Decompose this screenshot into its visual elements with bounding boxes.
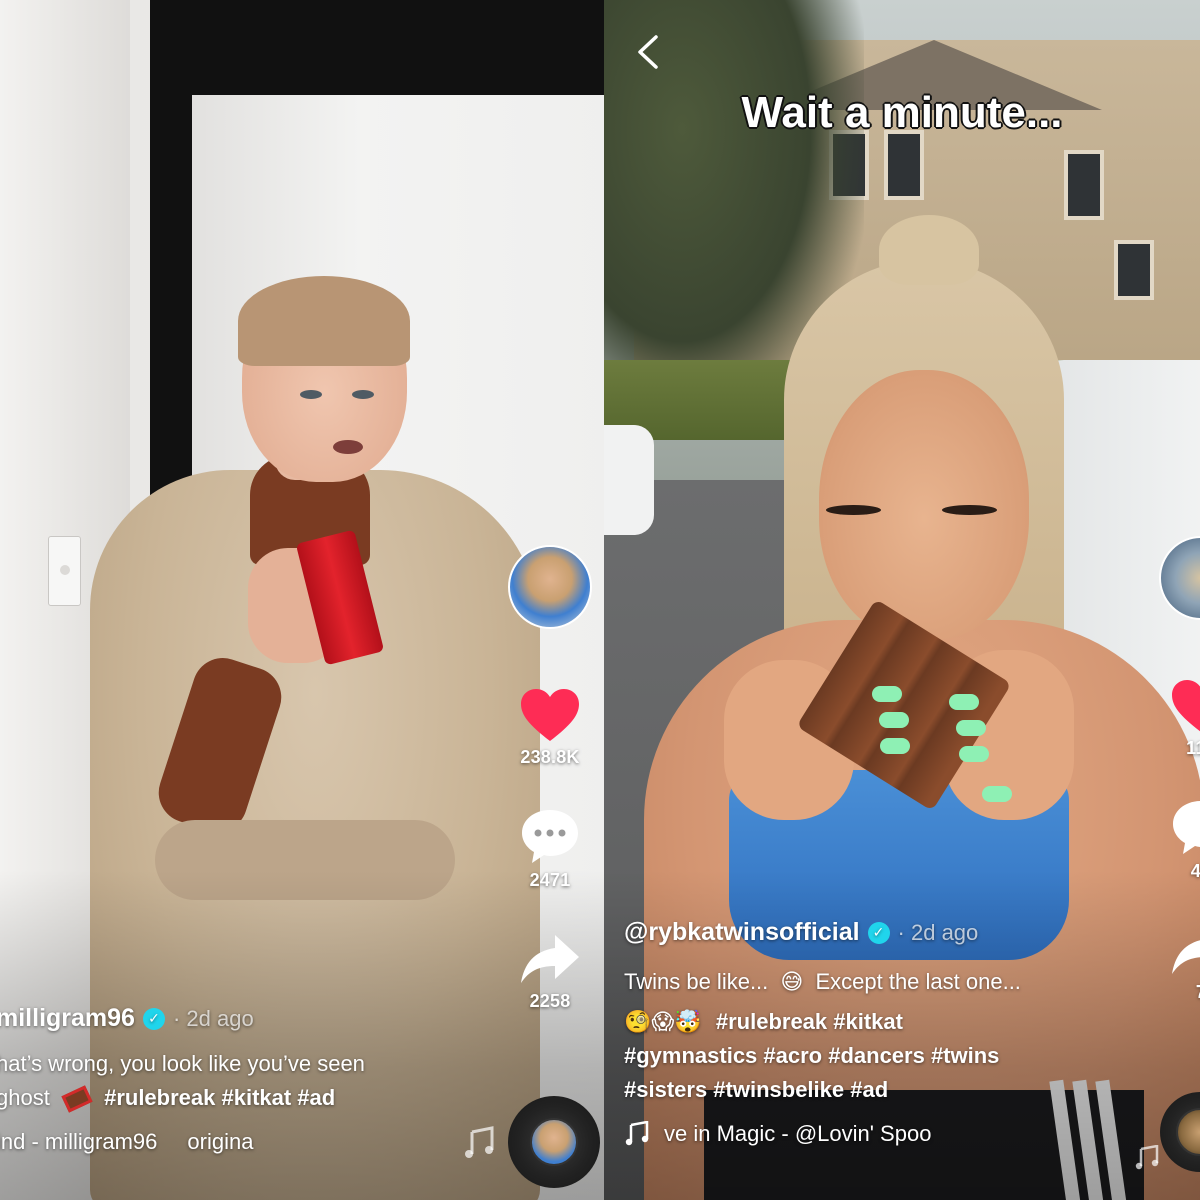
- music-disc-cover: [1176, 1108, 1200, 1156]
- person-ponytail: [879, 215, 979, 285]
- comment-bubble-icon: [1173, 801, 1200, 854]
- comment-button[interactable]: 44: [1170, 797, 1200, 882]
- like-count: 110: [1186, 738, 1200, 758]
- video-text-overlay: Wait a minute...: [740, 87, 1063, 138]
- back-chevron-icon[interactable]: [634, 34, 662, 70]
- verified-badge-icon: ✓: [142, 1007, 165, 1030]
- music-title[interactable]: ind - milligram96: [0, 1129, 157, 1155]
- share-button[interactable]: 2258: [519, 931, 581, 1012]
- action-rail: 110 44 7: [1156, 536, 1200, 1003]
- caption-emoji: 😅: [780, 969, 804, 994]
- like-button[interactable]: 110: [1170, 678, 1200, 759]
- post-time: · 2d ago: [897, 919, 979, 945]
- fingernail: [956, 720, 986, 736]
- video-info: @rybkatwinsofficial ✓ · 2d ago Twins be …: [624, 918, 1144, 1147]
- video-info: milligram96 ✓ · 2d ago hat’s wrong, you …: [0, 1004, 516, 1155]
- creator-avatar[interactable]: [1159, 536, 1200, 620]
- caption-line: 🧐😱🤯 #rulebreak #kitkat: [624, 1005, 1144, 1039]
- comment-button[interactable]: 2471: [519, 806, 581, 891]
- music-disc[interactable]: [508, 1096, 600, 1188]
- comment-count: 2471: [529, 870, 571, 890]
- caption-text: Twins be like...: [624, 969, 769, 994]
- music-row[interactable]: ind - milligram96 origina: [0, 1129, 516, 1155]
- like-button[interactable]: 238.8K: [519, 687, 581, 768]
- verified-badge-icon: ✓: [867, 921, 890, 944]
- music-note-icon: [465, 1126, 494, 1158]
- caption-line: hat’s wrong, you look like you’ve seen: [0, 1051, 365, 1076]
- music-note-icon: [625, 1121, 649, 1146]
- house-window: [1064, 150, 1104, 220]
- caption-text: ghost: [0, 1085, 50, 1110]
- caption-text: Except the last one...: [815, 969, 1021, 994]
- light-switch: [48, 536, 81, 606]
- share-count: 7: [1196, 982, 1200, 1003]
- parked-car: [604, 425, 654, 535]
- creator-username-row[interactable]: @rybkatwinsofficial ✓ · 2d ago: [624, 918, 1144, 947]
- comment-bubble-icon: [522, 810, 578, 863]
- post-time: · 2d ago: [172, 1005, 254, 1031]
- fingernail: [949, 694, 979, 710]
- fingernail: [959, 746, 989, 762]
- fingernail: [880, 738, 910, 754]
- person-eye: [942, 505, 997, 515]
- heart-icon: [521, 689, 579, 741]
- caption-hashtags[interactable]: #rulebreak #kitkat #ad: [104, 1085, 335, 1110]
- caption: hat’s wrong, you look like you’ve seen g…: [0, 1047, 516, 1115]
- caption-emoji: 🧐😱🤯: [624, 1009, 702, 1034]
- house-window: [884, 130, 924, 200]
- share-arrow-icon: [521, 935, 579, 983]
- person-eye: [352, 390, 374, 399]
- right-video-panel[interactable]: Wait a minute... 110 44 7 @rybkatwinsoff…: [604, 0, 1200, 1200]
- person-hair: [238, 276, 410, 366]
- left-video-panel[interactable]: 238.8K 2471 2258 milligram96 ✓ · 2d ago …: [0, 0, 604, 1200]
- heart-icon: [1172, 680, 1200, 732]
- creator-username-row[interactable]: milligram96 ✓ · 2d ago: [0, 1004, 516, 1033]
- caption-line: ghost #rulebreak #kitkat #ad: [0, 1081, 516, 1115]
- share-count: 2258: [529, 991, 571, 1011]
- fingernail: [982, 786, 1012, 802]
- music-disc-cover: [530, 1118, 578, 1166]
- creator-avatar[interactable]: [508, 545, 592, 629]
- caption: Twins be like... 😅 Except the last one..…: [624, 965, 1144, 1107]
- person-eye: [826, 505, 881, 515]
- caption-line: Twins be like... 😅 Except the last one..…: [624, 965, 1144, 999]
- music-title[interactable]: ve in Magic - @Lovin' Spoo: [664, 1121, 931, 1147]
- creator-username[interactable]: @rybkatwinsofficial: [624, 918, 860, 947]
- action-rail: 238.8K 2471 2258: [505, 545, 595, 1012]
- fingernail: [879, 712, 909, 728]
- chocolate-emoji-icon: [61, 1085, 93, 1113]
- person-mouth: [333, 440, 363, 454]
- music-row[interactable]: ve in Magic - @Lovin' Spoo: [624, 1121, 1144, 1147]
- caption-hashtags[interactable]: #gymnastics #acro #dancers #twins: [624, 1039, 1144, 1073]
- music-note-icon: [1135, 1145, 1159, 1170]
- comment-count: 44: [1190, 861, 1200, 881]
- music-original[interactable]: origina: [187, 1129, 253, 1155]
- creator-username[interactable]: milligram96: [0, 1004, 135, 1033]
- like-count: 238.8K: [520, 747, 580, 767]
- person-eye: [300, 390, 322, 399]
- fingernail: [872, 686, 902, 702]
- caption-hashtags[interactable]: #rulebreak #kitkat: [716, 1009, 903, 1034]
- house-window: [1114, 240, 1154, 300]
- share-button[interactable]: 7: [1170, 922, 1200, 1003]
- share-arrow-icon: [1172, 940, 1200, 974]
- caption-hashtags[interactable]: #sisters #twinsbelike #ad: [624, 1073, 1144, 1107]
